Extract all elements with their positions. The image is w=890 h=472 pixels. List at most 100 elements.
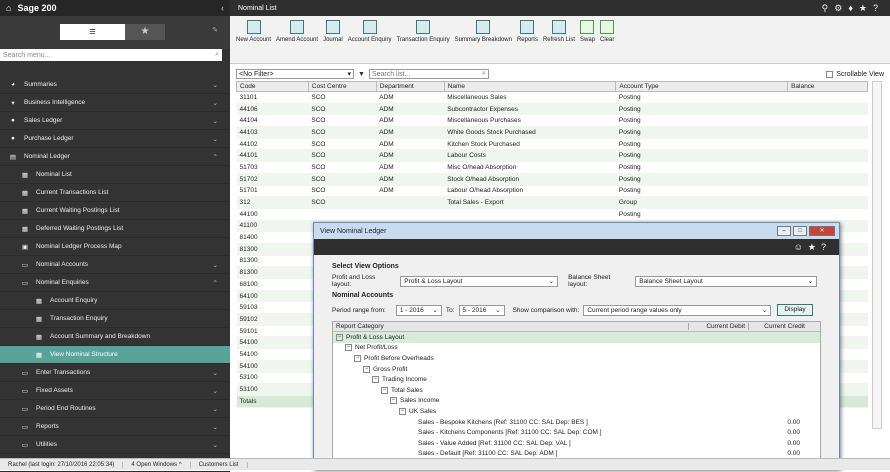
sidebar-item-account-summary-and-breakdown[interactable]: ▦ Account Summary and Breakdown [0,328,230,346]
tab-menu[interactable]: ≡ [60,24,125,40]
tree-node[interactable]: − Gross Profit [333,364,820,375]
sidebar-item-summaries[interactable]: ◕ Summaries ⌄ [0,76,230,94]
collapse-icon[interactable]: − [381,386,388,394]
table-cell: Posting [615,185,788,198]
sidebar-item-label: View Nominal Structure [50,351,118,358]
ribbon-reports-button[interactable]: Reports [517,20,538,44]
tree-node[interactable]: Sales - Kitchens Components [Ref: 31100 … [333,427,820,438]
sidebar-item-reports[interactable]: ▭ Reports ⌄ [0,418,230,436]
ribbon-clear-button[interactable]: Clear [600,20,614,44]
table-cell: 54100 [236,348,309,361]
sidebar-item-enter-transactions[interactable]: ▭ Enter Transactions ⌄ [0,364,230,382]
table-row[interactable]: 44106 SCO ADM Subcontractor Expenses Posting [236,103,868,116]
table-row[interactable]: 31101 SCO ADM Miscellaneous Sales Posting [236,91,868,104]
filter-select[interactable]: <No Filter> ▾ [236,69,354,79]
table-row[interactable]: 44104 SCO ADM Miscellaneous Purchases Postin… [236,114,868,128]
sidebar-item-current-waiting-postings-list[interactable]: ▦ Current Waiting Postings List [0,202,230,220]
tree-node-label: Profit & Loss Layout [346,333,405,341]
sidebar-item-nominal-enquiries[interactable]: ▭ Nominal Enquiries ⌃ [0,274,230,292]
table-cell: 81400 [236,231,309,244]
open-windows-button[interactable]: 4 Open Windows ^ [123,461,191,468]
column-header[interactable]: Name [443,81,617,92]
column-header[interactable]: Cost Centre [307,81,377,92]
table-row[interactable]: 44102 SCO ADM Kitchen Stock Purchased Postin… [236,138,868,151]
ribbon-transaction-enquiry-button[interactable]: Transaction Enquiry [396,20,450,44]
column-header[interactable]: Account Type [615,81,789,92]
tree-node[interactable]: Sales - Value Added [Ref: 31100 CC: SAL … [333,438,820,449]
ribbon-journal-button[interactable]: Journal [323,20,343,44]
sidebar-item-fixed-assets[interactable]: ▭ Fixed Assets ⌄ [0,382,230,400]
table-row[interactable]: 51703 SCO ADM Misc O/head Absorption Posting [236,161,868,174]
tree-node[interactable]: − Net Profit/Loss [333,343,820,354]
ribbon-summary-breakdown-button[interactable]: Summary Breakdown [455,20,512,44]
column-header[interactable]: Balance [787,81,868,92]
tree-node[interactable]: Sales - Bespoke Kitchens [Ref: 31100 CC:… [333,417,820,428]
collapse-icon[interactable]: − [336,333,343,341]
column-header[interactable]: Code [236,81,309,92]
collapse-icon[interactable]: − [372,376,379,384]
bs-layout-select[interactable]: Balance Sheet Layout ⌄ [635,275,818,287]
customers-list-tab[interactable]: Customers List [191,461,248,468]
collapse-panel-icon[interactable]: ‹ [221,3,224,13]
collapse-icon[interactable]: − [390,397,397,405]
tree-node[interactable]: − Profit Before Overheads [333,353,820,364]
vertical-scrollbar[interactable] [872,81,882,429]
ribbon-refresh-list-button[interactable]: Refresh List [543,20,575,44]
close-button[interactable]: ✕ [809,226,835,236]
reports-icon [520,20,535,34]
sidebar-item-deferred-waiting-postings-list[interactable]: ▦ Deferred Waiting Postings List [0,220,230,238]
scrollable-view-checkbox[interactable] [826,70,834,78]
tree-node[interactable]: − Trading Income [333,374,820,385]
tree-node[interactable]: − Sales Income [333,396,820,407]
table-row[interactable]: 312 SCO Total Sales - Export Group [236,196,868,209]
sidebar-item-sales-ledger[interactable]: ● Sales Ledger ⌄ [0,112,230,130]
tree-node[interactable]: − UK Sales [333,406,820,417]
tree-node[interactable]: − Profit & Loss Layout [333,332,820,343]
search-menu-input[interactable]: Search menu... ⌕ [0,49,222,61]
ribbon-new-account-button[interactable]: New Account [236,20,271,44]
ribbon-swap-button[interactable]: Swap [580,20,595,44]
collapse-icon[interactable]: − [345,344,352,352]
table-row[interactable]: 44100 Posting [236,208,868,221]
sidebar-item-label: Account Enquiry [50,297,98,304]
sidebar-item-current-transactions-list[interactable]: ▦ Current Transactions List [0,184,230,202]
filter-icon[interactable]: ▼ [358,71,365,78]
table-row[interactable]: 44103 SCO ADM White Goods Stock Purchased Po… [236,126,868,139]
sidebar-item-account-enquiry[interactable]: ▦ Account Enquiry [0,292,230,310]
collapse-icon[interactable]: − [399,407,406,415]
sidebar-item-nominal-list[interactable]: ▦ Nominal List [0,166,230,184]
table-row[interactable]: 51701 SCO ADM Labour O/head Absorption Posti… [236,185,868,198]
scrollable-view-toggle[interactable]: Scrollable View [826,70,884,78]
column-header[interactable]: Department [375,81,445,92]
minimize-button[interactable]: – [777,226,791,236]
sidebar-item-period-end-routines[interactable]: ▭ Period End Routines ⌄ [0,400,230,418]
sidebar-item-nominal-ledger[interactable]: ▤ Nominal Ledger ⌃ [0,148,230,166]
dialog-toolbar-icons[interactable]: ☺★? [794,242,831,253]
sidebar-item-nominal-accounts[interactable]: ▭ Nominal Accounts ⌄ [0,256,230,274]
period-from-select[interactable]: 1 - 2016 ⌄ [395,304,442,316]
display-button[interactable]: Display [777,304,813,316]
home-icon[interactable]: ⌂ [6,3,11,13]
maximize-button[interactable]: □ [793,226,807,236]
sidebar-item-purchase-ledger[interactable]: ● Purchase Ledger ⌄ [0,130,230,148]
edit-icon[interactable]: ✎ [212,26,218,34]
pl-layout-select[interactable]: Profit & Loss Layout ⌄ [400,275,559,287]
tab-favourites[interactable]: ★ [125,24,165,40]
collapse-icon[interactable]: − [354,354,361,362]
collapse-icon[interactable]: − [363,365,370,373]
comparison-select[interactable]: Current period range values only ⌄ [583,304,772,316]
table-row[interactable]: 44101 SCO ADM Labour Costs Posting [236,149,868,163]
period-to-select[interactable]: 5 - 2016 ⌄ [458,304,505,316]
ribbon-account-enquiry-button[interactable]: Account Enquiry [348,20,391,44]
sidebar-item-utilities[interactable]: ▭ Utilities ⌄ [0,436,230,454]
sidebar-item-business-intelligence[interactable]: ▾ Business Intelligence ⌄ [0,94,230,112]
ribbon-amend-account-button[interactable]: Amend Account [276,20,318,44]
sidebar-item-transaction-enquiry[interactable]: ▦ Transaction Enquiry [0,310,230,328]
table-cell: ADM [376,173,445,186]
toolbar-icons[interactable]: ⚲⚙♦★? [822,3,884,14]
tree-node[interactable]: − Total Sales [333,385,820,396]
search-list-input[interactable]: Search list... ⌕ [368,69,489,79]
sidebar-item-view-nominal-structure[interactable]: ▦ View Nominal Structure [0,346,230,364]
table-row[interactable]: 51702 SCO ADM Stock O/head Absorption Postin… [236,173,868,186]
sidebar-item-nominal-ledger-process-map[interactable]: ▣ Nominal Ledger Process Map [0,238,230,256]
